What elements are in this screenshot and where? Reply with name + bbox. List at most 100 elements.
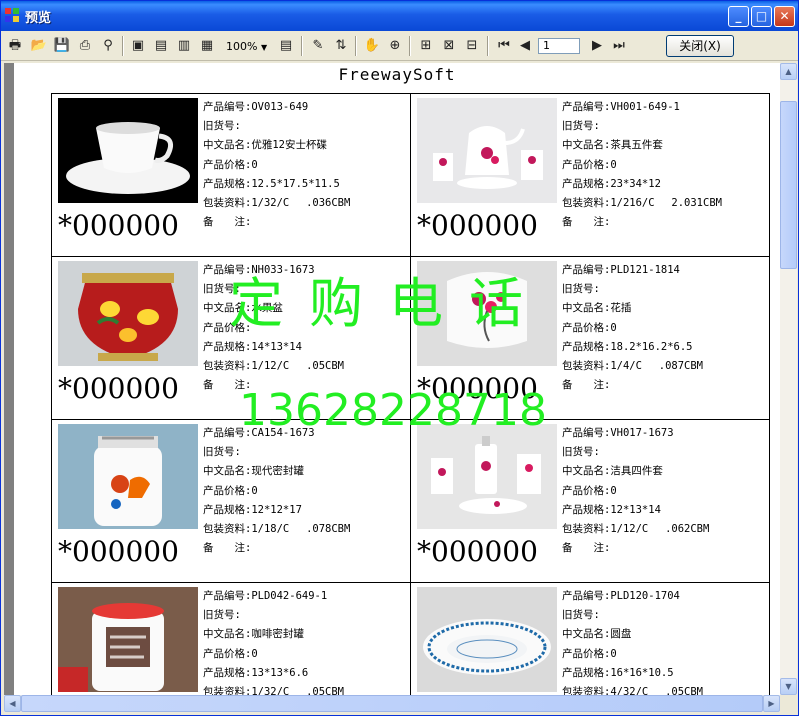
page-width-icon[interactable]: ▤ — [152, 37, 170, 55]
info-label: 产品编号: — [203, 590, 252, 602]
close-button[interactable]: 关闭(X) — [666, 35, 734, 57]
info-label: 产品价格: — [203, 158, 252, 171]
info-label: 包装资料: — [203, 197, 252, 210]
info-line-price: 产品价格:0 — [203, 482, 350, 501]
report-title: FreewaySoft — [338, 65, 456, 84]
info-label: 产品价格: — [562, 647, 611, 660]
info-line-cn-name: 中文品名:花插 — [562, 299, 703, 318]
info-line-spec: 产品规格:16*16*10.5 — [562, 664, 703, 683]
product-photo — [58, 424, 198, 529]
outline-icon[interactable]: ▤ — [277, 37, 295, 55]
product-info: 产品编号:PLD120-1704 旧货号: 中文品名:圆盘 产品价格:0 产品规格:16… — [562, 587, 703, 695]
maximize-button[interactable]: □ — [751, 6, 772, 27]
info-line-spec: 产品规格:23*34*12 — [562, 175, 722, 194]
info-line-cn-name: 中文品名:茶具五件套 — [562, 136, 722, 155]
horizontal-scroll-thumb[interactable] — [21, 695, 763, 712]
horizontal-scrollbar[interactable]: ◀ ▶ — [4, 695, 780, 712]
print-icon[interactable]: 🖶 — [6, 37, 24, 55]
previous-page-icon[interactable]: ◀ — [516, 37, 534, 55]
single-page-icon[interactable]: ▣ — [129, 37, 147, 55]
page-settings-icon[interactable]: ⊟ — [463, 37, 481, 55]
print-setup-icon[interactable]: ⎙ — [76, 37, 94, 55]
find-icon[interactable]: ⚲ — [99, 37, 117, 55]
last-page-icon[interactable]: ⏭ — [610, 37, 628, 55]
info-label: 旧货号: — [562, 283, 600, 296]
price-tag: *000000 — [58, 535, 179, 568]
info-line-packing: 包装资料:1/216/C 2.031CBM — [562, 194, 722, 213]
info-line-spec: 产品规格:14*13*14 — [203, 338, 344, 357]
delete-page-icon[interactable]: ⊠ — [440, 37, 458, 55]
price-tag: *000000 — [417, 209, 538, 242]
info-line-packing: 包装资料:1/32/C .05CBM — [203, 683, 344, 695]
watermark-order-phone: 定购电话 — [229, 272, 549, 335]
info-label: 产品规格: — [562, 340, 611, 353]
product-info: 产品编号:VH017-1673 旧货号: 中文品名:洁具四件套 产品价格:0 产品规格:… — [562, 424, 709, 558]
hand-icon[interactable]: ✋ — [363, 37, 381, 55]
scroll-down-icon[interactable]: ▼ — [780, 678, 797, 695]
chevron-down-icon: ▼ — [260, 43, 268, 52]
info-label: 备 注: — [562, 542, 611, 555]
info-value: 12*12*17 — [251, 503, 302, 516]
add-page-icon[interactable]: ⊞ — [417, 37, 435, 55]
info-line-packing: 包装资料:4/32/C .05CBM — [562, 683, 703, 695]
info-label: 产品编号: — [562, 590, 611, 602]
info-line-cn-name: 中文品名:优雅12安士杯碟 — [203, 136, 350, 155]
info-line-cn-name: 中文品名:现代密封罐 — [203, 462, 350, 481]
info-line-spec: 产品规格:12.5*17.5*11.5 — [203, 175, 350, 194]
product-info: 产品编号:PLD121-1814 旧货号: 中文品名:花插 产品价格:0 产品规格:18… — [562, 261, 703, 395]
scroll-left-icon[interactable]: ◀ — [4, 695, 21, 712]
zoom-select[interactable]: 100% ▼ — [222, 38, 272, 55]
info-line-price: 产品价格:0 — [562, 645, 703, 664]
product-photo — [58, 261, 198, 366]
info-label: 备 注: — [203, 542, 252, 555]
info-value: 14*13*14 — [251, 340, 302, 353]
info-label: 包装资料: — [562, 360, 611, 373]
product-photo — [58, 587, 198, 692]
multi-pages-icon[interactable]: ▦ — [198, 37, 216, 55]
info-label: 产品价格: — [562, 484, 611, 497]
info-line-code: 产品编号:PLD121-1814 — [562, 261, 703, 280]
info-label: 旧货号: — [203, 446, 241, 459]
info-line-packing: 包装资料:1/4/C .087CBM — [562, 357, 703, 376]
two-pages-icon[interactable]: ▥ — [175, 37, 193, 55]
info-value: 0 — [610, 321, 617, 334]
info-value: 1/32/C .05CBM — [251, 686, 345, 695]
info-value: VH001-649-1 — [610, 101, 680, 113]
info-value: 0 — [610, 647, 617, 660]
vertical-scrollbar[interactable]: ▲ ▼ — [780, 63, 797, 695]
info-value: 1/12/C .05CBM — [251, 360, 345, 373]
info-label: 旧货号: — [203, 120, 241, 133]
report-page: FreewaySoft *000000 产品编号:OV013-649 旧货号: 中文品… — [14, 63, 780, 695]
scroll-right-icon[interactable]: ▶ — [763, 695, 780, 712]
product-photo — [417, 587, 557, 692]
info-line-old-code: 旧货号: — [203, 606, 344, 625]
info-value: 优雅12安士杯碟 — [251, 139, 327, 152]
info-value: 咖啡密封罐 — [251, 628, 304, 641]
info-label: 产品编号: — [562, 427, 611, 439]
close-window-button[interactable]: ✕ — [774, 6, 795, 27]
scroll-up-icon[interactable]: ▲ — [780, 63, 797, 80]
info-label: 旧货号: — [203, 609, 241, 622]
vertical-scroll-thumb[interactable] — [780, 101, 797, 269]
info-label: 备 注: — [562, 216, 611, 229]
info-line-code: 产品编号:PLD120-1704 — [562, 587, 703, 606]
info-line-price: 产品价格:0 — [562, 156, 722, 175]
page-number-input[interactable]: 1 — [538, 38, 580, 54]
info-line-spec: 产品规格:18.2*16.2*6.5 — [562, 338, 703, 357]
edit-page-icon[interactable]: ✎ — [309, 37, 327, 55]
save-icon[interactable]: 💾 — [53, 37, 71, 55]
next-page-icon[interactable]: ▶ — [588, 37, 606, 55]
info-line-price: 产品价格:0 — [562, 319, 703, 338]
info-line-cn-name: 中文品名:咖啡密封罐 — [203, 625, 344, 644]
first-page-icon[interactable]: ⏮ — [495, 37, 513, 55]
info-line-code: 产品编号:PLD042-649-1 — [203, 587, 344, 606]
sort-icon[interactable]: ⇅ — [332, 37, 350, 55]
info-value: 1/18/C .078CBM — [251, 523, 351, 536]
minimize-button[interactable]: _ — [728, 6, 749, 27]
info-value: 13*13*6.6 — [251, 666, 309, 679]
open-folder-icon[interactable]: 📂 — [30, 37, 48, 55]
info-value: 圆盘 — [610, 628, 632, 641]
title-bar[interactable]: 预览 _ □ ✕ — [1, 1, 798, 31]
info-value: 0 — [610, 158, 617, 171]
zoom-icon[interactable]: ⊕ — [386, 37, 404, 55]
